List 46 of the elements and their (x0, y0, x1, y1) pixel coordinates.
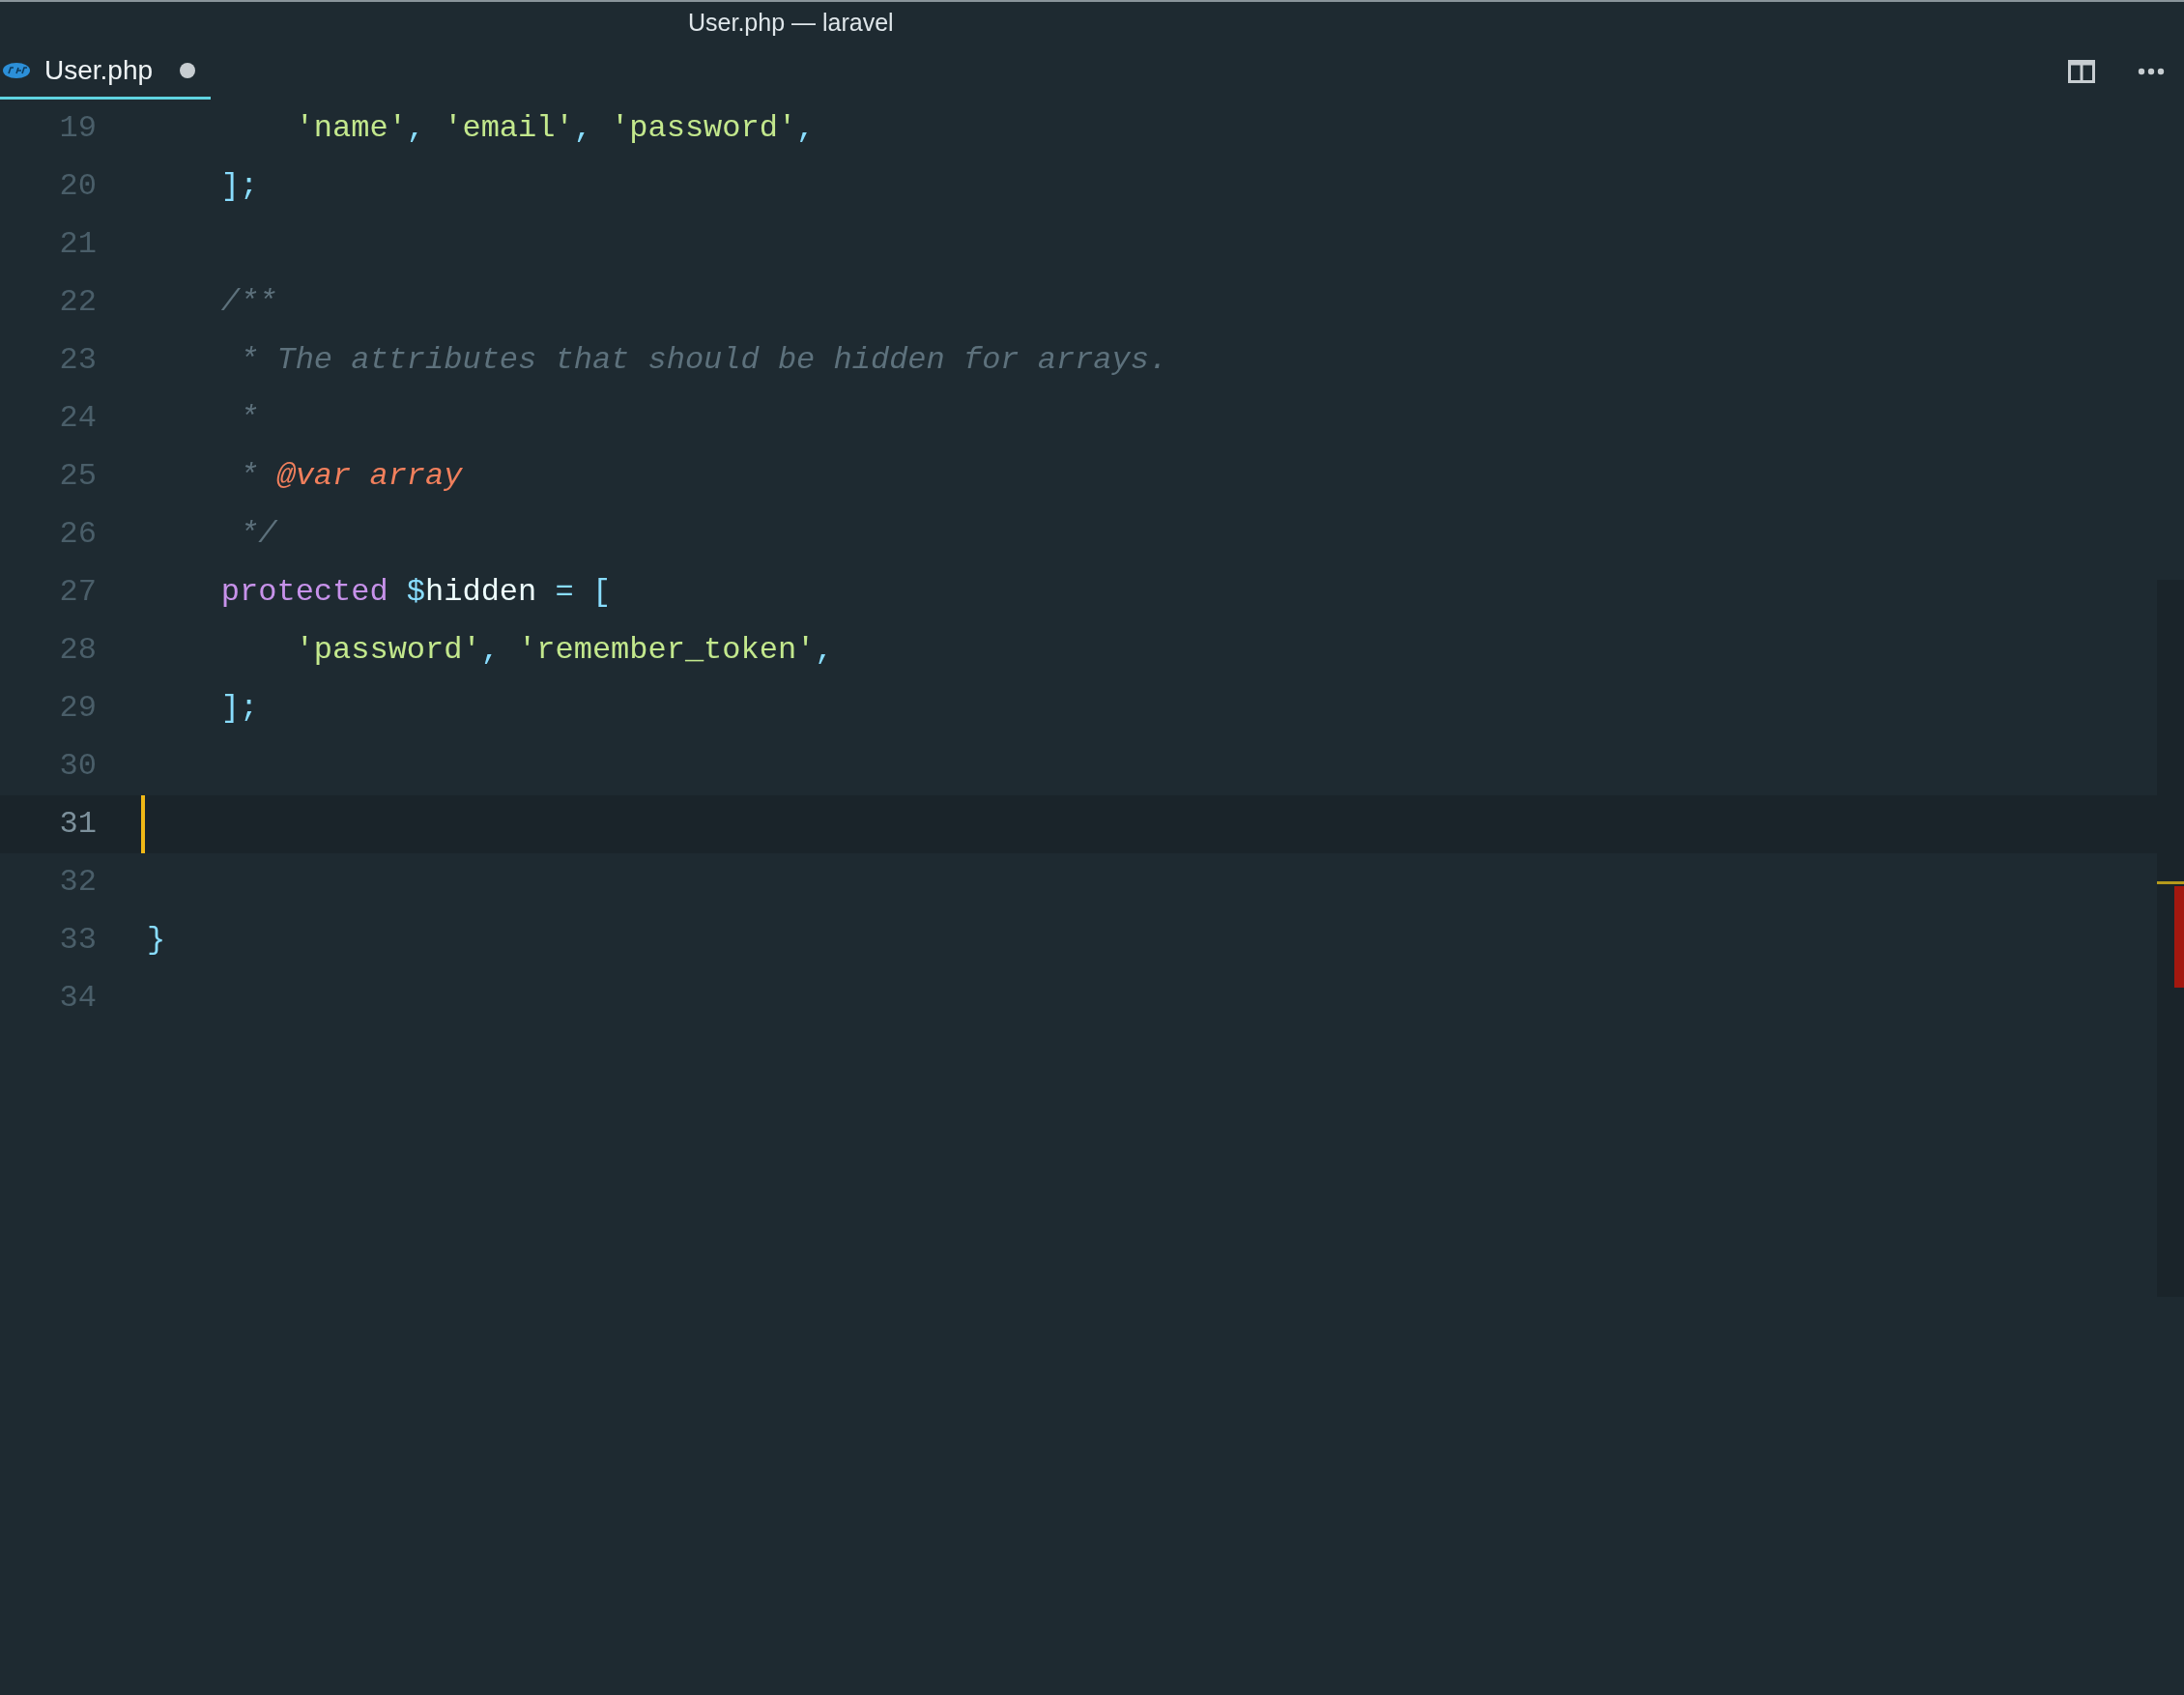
code-token: * (239, 399, 259, 438)
code-token: * The attributes that should be hidden for arrays. (239, 341, 1168, 380)
scrollbar-mark (2157, 881, 2184, 884)
line-number: 32 (58, 863, 97, 902)
line-number: 28 (58, 631, 97, 670)
code-token: , (480, 631, 501, 670)
line-number: 27 (58, 573, 97, 612)
line-number: 29 (58, 689, 97, 728)
line-number: 21 (58, 225, 97, 264)
editor-tab[interactable]: User.php (0, 43, 211, 100)
line-number: 23 (58, 341, 97, 380)
code-token: 'password' (294, 631, 481, 670)
line-number: 34 (58, 979, 97, 1018)
code-token: 'remember_token' (518, 631, 816, 670)
php-file-icon (2, 61, 31, 79)
line-number: 31 (58, 805, 97, 844)
window-title: User.php — laravel (688, 7, 894, 38)
code-token: 'password' (611, 109, 797, 148)
line-number: 19 (58, 109, 97, 148)
code-token: } (147, 921, 166, 960)
code-token: ]; (219, 167, 259, 206)
more-icon[interactable] (2138, 68, 2165, 75)
code-token: ]; (219, 689, 259, 728)
code-token: */ (239, 515, 277, 554)
code-token: hidden (425, 573, 537, 612)
code-token: = [ (554, 573, 612, 612)
split-editor-icon[interactable] (2068, 60, 2095, 83)
line-number: 24 (58, 399, 97, 438)
line-number: 25 (58, 457, 97, 496)
code-token: , (406, 109, 427, 148)
line-number: 26 (58, 515, 97, 554)
code-token: , (815, 631, 834, 670)
code-token: $ (405, 573, 426, 612)
code-token: , (573, 109, 593, 148)
code-token: * (239, 457, 259, 496)
line-number: 20 (58, 167, 97, 206)
code-token: /** (219, 283, 277, 322)
code-token: 'email' (444, 109, 574, 148)
code-token: @var array (275, 457, 463, 496)
text-cursor (141, 795, 145, 853)
code-token: , (796, 109, 816, 148)
line-number: 33 (58, 921, 97, 960)
code-token: 'name' (294, 109, 407, 148)
line-number: 30 (58, 747, 97, 786)
code-token: protected (219, 573, 388, 612)
line-number: 22 (58, 283, 97, 322)
